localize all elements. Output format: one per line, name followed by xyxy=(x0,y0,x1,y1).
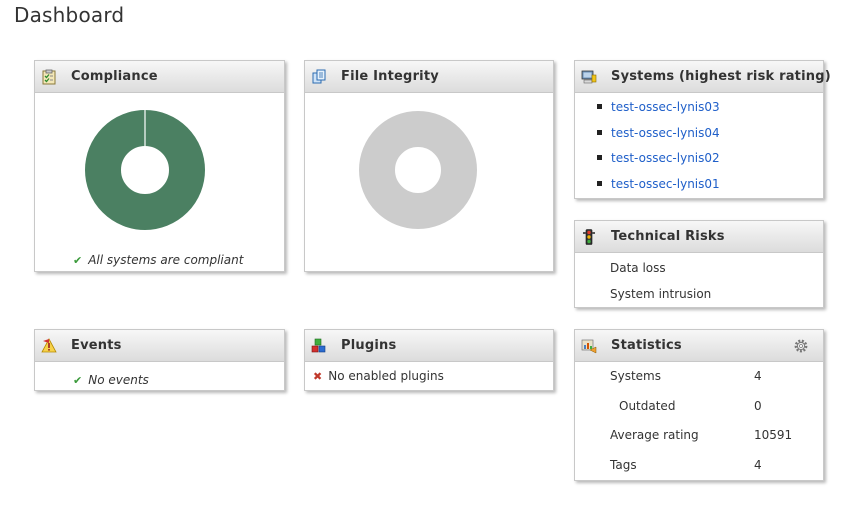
technical-risks-title: Technical Risks xyxy=(611,229,725,244)
traffic-light-icon xyxy=(583,229,595,245)
system-item: test-ossec-lynis03 xyxy=(597,99,823,125)
system-link[interactable]: test-ossec-lynis03 xyxy=(611,100,720,114)
file-integrity-donut-chart[interactable] xyxy=(305,94,555,244)
stats-outdated-label: Outdated xyxy=(619,398,676,413)
check-icon: ✔ xyxy=(73,374,83,387)
compliance-donut-chart[interactable] xyxy=(35,94,286,244)
stats-row-systems: Systems 4 xyxy=(575,368,823,398)
statistics-header: Statistics xyxy=(575,330,823,362)
statistics-icon xyxy=(581,339,597,354)
plugin-blocks-icon xyxy=(311,338,326,353)
compliance-title: Compliance xyxy=(71,69,158,84)
bullet-icon xyxy=(597,129,602,135)
system-link[interactable]: test-ossec-lynis04 xyxy=(611,126,720,140)
system-item: test-ossec-lynis01 xyxy=(597,176,823,202)
clipboard-check-icon xyxy=(42,69,56,85)
statistics-table: Systems 4 Outdated 0 Average rating 1059… xyxy=(575,362,823,486)
technical-risks-widget: Technical Risks Data loss System intrusi… xyxy=(574,220,824,308)
events-title: Events xyxy=(71,338,122,353)
events-header: Events xyxy=(35,330,284,362)
events-widget: Events ✔ No events xyxy=(34,329,285,391)
stats-systems-value: 4 xyxy=(754,369,762,383)
plugins-status: ✖ No enabled plugins xyxy=(313,369,444,383)
plugins-title: Plugins xyxy=(341,338,397,353)
plugins-header: Plugins xyxy=(305,330,553,362)
alert-flag-icon xyxy=(41,338,57,353)
file-integrity-title: File Integrity xyxy=(341,69,439,84)
file-integrity-widget: File Integrity xyxy=(304,60,554,272)
statistics-title: Statistics xyxy=(611,338,682,353)
systems-title: Systems (highest risk rating) xyxy=(611,69,831,84)
compliance-status: ✔ All systems are compliant xyxy=(73,249,243,268)
stats-average-rating-value: 10591 xyxy=(754,428,793,442)
file-integrity-donut-ring xyxy=(359,111,477,229)
stats-row-tags: Tags 4 xyxy=(575,457,823,487)
gear-icon[interactable] xyxy=(793,338,809,354)
technical-risks-list: Data loss System intrusion xyxy=(575,253,823,312)
risk-item: Data loss xyxy=(610,261,666,275)
technical-risks-header: Technical Risks xyxy=(575,221,823,253)
statistics-widget: Statistics Systems 4 Outdated 0 Average … xyxy=(574,329,824,481)
compliance-header: Compliance xyxy=(35,61,284,93)
stats-tags-link[interactable]: Tags xyxy=(610,457,637,473)
bullet-icon xyxy=(597,180,602,186)
systems-widget: Systems (highest risk rating) test-ossec… xyxy=(574,60,831,201)
stats-tags-value: 4 xyxy=(754,457,762,472)
computer-warning-icon xyxy=(581,70,597,84)
events-status: ✔ No events xyxy=(73,369,149,388)
compliance-message: All systems are compliant xyxy=(88,253,244,267)
systems-list: test-ossec-lynis03 test-ossec-lynis04 te… xyxy=(575,93,823,201)
system-link[interactable]: test-ossec-lynis01 xyxy=(611,177,720,191)
risk-item: System intrusion xyxy=(610,287,712,301)
system-link[interactable]: test-ossec-lynis02 xyxy=(611,151,720,165)
bullet-icon xyxy=(597,104,602,109)
plugins-widget: Plugins ✖ No enabled plugins xyxy=(304,329,554,391)
cross-icon: ✖ xyxy=(313,370,323,383)
systems-header: Systems (highest risk rating) xyxy=(575,61,831,93)
stats-outdated-value: 0 xyxy=(754,398,762,413)
page-title: Dashboard xyxy=(14,3,125,27)
plugins-message: No enabled plugins xyxy=(328,369,444,383)
stats-row-outdated: Outdated 0 xyxy=(575,398,823,428)
file-integrity-header: File Integrity xyxy=(305,61,553,93)
files-icon xyxy=(312,69,326,84)
system-item: test-ossec-lynis02 xyxy=(597,150,823,176)
check-icon: ✔ xyxy=(73,254,83,267)
events-message: No events xyxy=(88,373,149,387)
stats-row-average-rating: Average rating 10591 xyxy=(575,427,823,457)
bullet-icon xyxy=(597,155,602,160)
system-item: test-ossec-lynis04 xyxy=(597,125,823,151)
stats-systems-link[interactable]: Systems xyxy=(610,368,661,384)
compliance-widget: Compliance ✔ All systems are compliant xyxy=(34,60,285,272)
stats-average-rating-label: Average rating xyxy=(610,428,699,442)
